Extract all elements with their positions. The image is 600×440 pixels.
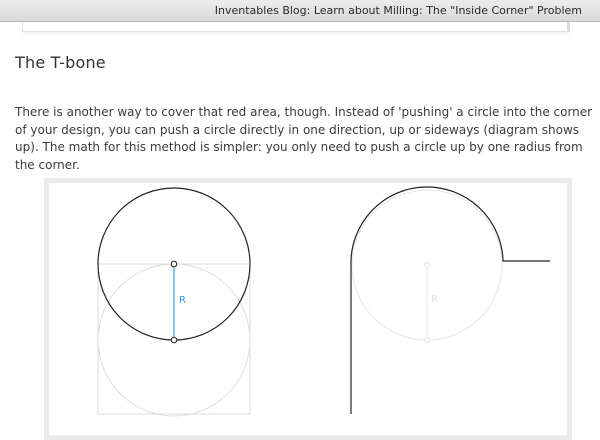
faint-center-bottom	[424, 337, 430, 343]
radius-label: R	[179, 295, 186, 306]
t-bone-toolpath	[350, 186, 550, 414]
center-point-bottom	[170, 336, 178, 344]
center-point-top	[170, 260, 178, 268]
faint-radius-label: R	[431, 294, 438, 305]
right-diagram: R	[350, 186, 550, 414]
t-bone-diagram: R R	[97, 186, 550, 417]
left-diagram: R	[97, 187, 251, 417]
faint-center-top	[424, 262, 430, 268]
